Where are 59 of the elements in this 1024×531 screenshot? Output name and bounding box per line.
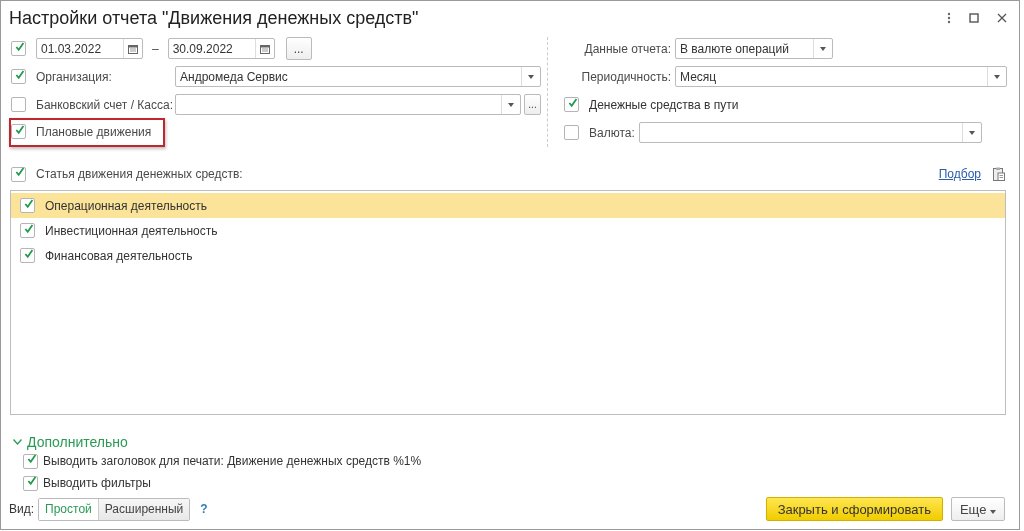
select-field[interactable] [175, 94, 521, 115]
more-button[interactable]: Еще [950, 497, 1005, 521]
checkbox[interactable] [20, 223, 35, 238]
checkbox[interactable] [564, 97, 579, 112]
select-field[interactable]: Месяц [675, 66, 1007, 87]
period-button[interactable]: ... [285, 37, 312, 60]
field-label: Валюта: [589, 125, 635, 140]
list-item-label: Финансовая деятельность [45, 248, 193, 263]
list-row[interactable]: Финансовая деятельность [11, 243, 1005, 268]
checkbox-label: Денежные средства в пути [589, 97, 739, 112]
field-label: Организация: [36, 69, 113, 84]
caret-icon [820, 46, 826, 51]
checkbox-label: Плановые движения [36, 124, 152, 139]
clipboard-icon[interactable] [993, 167, 1005, 181]
checkbox[interactable] [564, 125, 579, 140]
list-item-label: Инвестиционная деятельность [45, 223, 218, 238]
caret-icon [990, 509, 996, 514]
generate-button[interactable]: Закрыть и сформировать [765, 497, 943, 521]
field-label: Периодичность: [580, 69, 672, 84]
date-field[interactable]: 30.09.2022 [167, 38, 275, 59]
close-icon[interactable] [997, 13, 1007, 23]
checkbox[interactable] [23, 475, 38, 491]
select-field[interactable]: Андромеда Сервис [175, 66, 541, 87]
calendar-icon [128, 43, 138, 54]
checkbox-label: Выводить фильтры [43, 476, 151, 490]
section-label: Статья движения денежных средств: [36, 167, 243, 181]
checkbox[interactable] [11, 124, 26, 139]
chevron-icon [13, 438, 22, 445]
caret-icon [508, 102, 514, 107]
list-item-label: Операционная деятельность [45, 198, 207, 213]
field-label: Банковский счет / Касса: [36, 97, 175, 112]
checkbox[interactable] [23, 453, 38, 469]
more-icon[interactable] [947, 12, 951, 24]
date-field[interactable]: 01.03.2022 [36, 38, 143, 59]
field-label: Данные отчета: [583, 41, 672, 56]
checkbox[interactable] [11, 69, 26, 84]
checkbox[interactable] [20, 198, 35, 213]
view-label: Вид: [9, 502, 35, 516]
caret-icon [994, 74, 1000, 79]
calendar-icon [259, 43, 270, 54]
caret-icon [969, 130, 975, 135]
checkbox[interactable] [11, 166, 26, 182]
window-title: Настройки отчета "Движения денежных средств" [9, 7, 420, 29]
checkbox-label: Выводить заголовок для печати: Движение денежных средств %1% [43, 454, 422, 468]
pick-link[interactable]: Подбор [938, 167, 981, 181]
view-tab[interactable]: Расширенный [97, 498, 190, 520]
range-dash: – [152, 41, 159, 56]
list-row[interactable]: Инвестиционная деятельность [11, 218, 1005, 243]
select-field[interactable] [638, 122, 982, 143]
section-toggle[interactable]: Дополнительно [13, 433, 128, 450]
list-row[interactable]: Операционная деятельность [11, 193, 1005, 218]
checkbox[interactable] [20, 248, 35, 263]
select-button[interactable]: ... [524, 94, 541, 115]
checkbox[interactable] [11, 97, 26, 112]
checkbox[interactable] [11, 41, 26, 56]
caret-icon [528, 74, 534, 79]
select-field[interactable]: В валюте операций [675, 38, 833, 59]
maximize-icon[interactable] [969, 13, 979, 23]
help-link[interactable]: ? [200, 502, 208, 516]
